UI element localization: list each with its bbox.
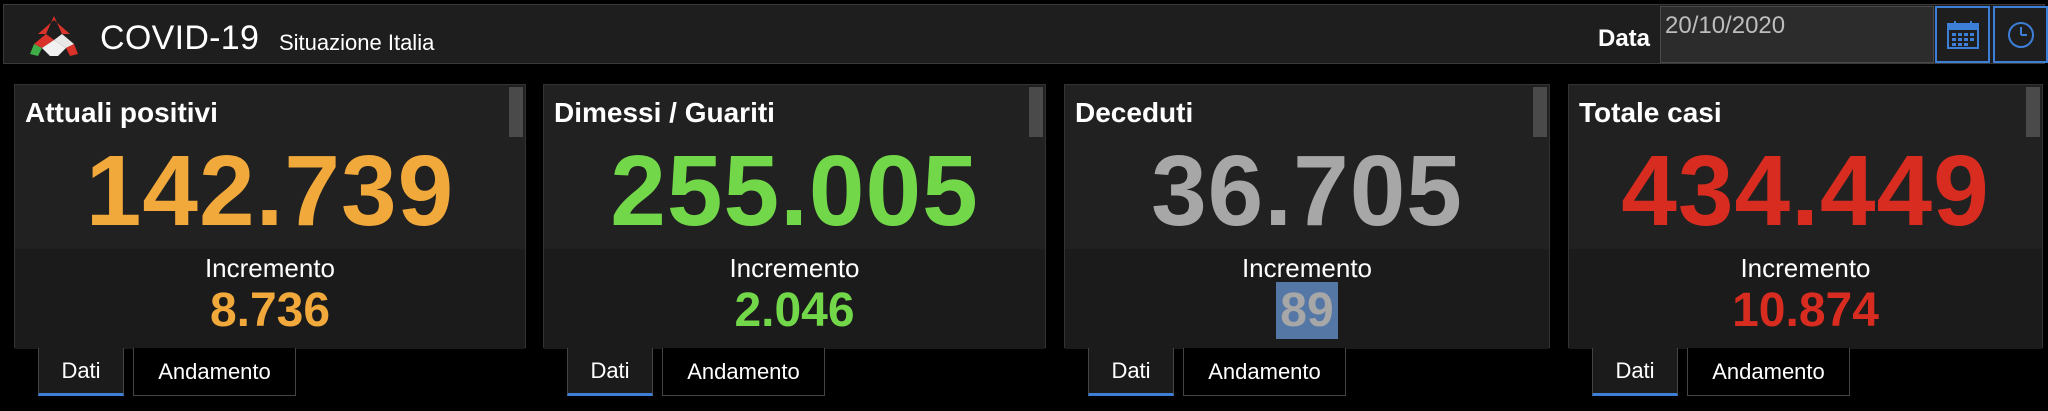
card-title: Deceduti (1075, 97, 1194, 128)
tab-dati-2[interactable]: Dati (567, 348, 653, 396)
scrollbar[interactable] (1533, 87, 1547, 137)
card-value: 434.449 (1621, 135, 1990, 247)
increment-label: Incremento (1241, 253, 1373, 283)
increment-value: 89 (1276, 282, 1338, 339)
tab-andamento-4[interactable]: Andamento (1687, 348, 1850, 396)
date-input[interactable] (1660, 6, 1934, 63)
card-totale-casi: Totale casi 434.449 Incremento 10.874 (1568, 84, 2043, 349)
app-header: COVID-19 Situazione Italia Data (3, 4, 2048, 64)
card-attuali-positivi: Attuali positivi 142.739 Incremento 8.73… (14, 84, 526, 349)
card-dimessi-guariti: Dimessi / Guariti 255.005 Incremento 2.0… (543, 84, 1046, 349)
increment-label: Incremento (729, 253, 860, 283)
increment-value-wrapper: 89 (1065, 282, 1549, 339)
card-value: 36.705 (1151, 135, 1463, 247)
card-value: 142.739 (85, 135, 455, 247)
card-title: Attuali positivi (25, 97, 218, 128)
scrollbar[interactable] (2026, 87, 2040, 137)
tab-dati-3[interactable]: Dati (1088, 348, 1174, 396)
card-title: Dimessi / Guariti (554, 97, 775, 128)
calendar-icon (1946, 20, 1979, 49)
calendar-button[interactable] (1935, 6, 1990, 63)
app-subtitle: Situazione Italia (279, 30, 435, 55)
tab-andamento-3[interactable]: Andamento (1183, 348, 1346, 396)
italy-logo-icon (30, 16, 78, 56)
clock-button[interactable] (1993, 6, 2048, 63)
app-title: COVID-19 (100, 19, 260, 57)
card-value: 255.005 (610, 135, 979, 247)
clock-icon (2007, 21, 2034, 48)
increment-value: 8.736 (209, 284, 331, 337)
tab-andamento-1[interactable]: Andamento (133, 348, 296, 396)
card-deceduti: Deceduti 36.705 Incremento 89 (1064, 84, 1550, 349)
increment-label: Incremento (204, 253, 336, 283)
increment-label: Incremento (1740, 253, 1871, 283)
tab-dati-4[interactable]: Dati (1592, 348, 1678, 396)
increment-value: 2.046 (734, 284, 855, 337)
scrollbar[interactable] (509, 87, 523, 137)
increment-value: 10.874 (1732, 284, 1879, 337)
tab-dati-1[interactable]: Dati (38, 348, 124, 396)
scrollbar[interactable] (1029, 87, 1043, 137)
date-label: Data (1598, 25, 1651, 52)
card-title: Totale casi (1579, 97, 1722, 128)
tab-andamento-2[interactable]: Andamento (662, 348, 825, 396)
